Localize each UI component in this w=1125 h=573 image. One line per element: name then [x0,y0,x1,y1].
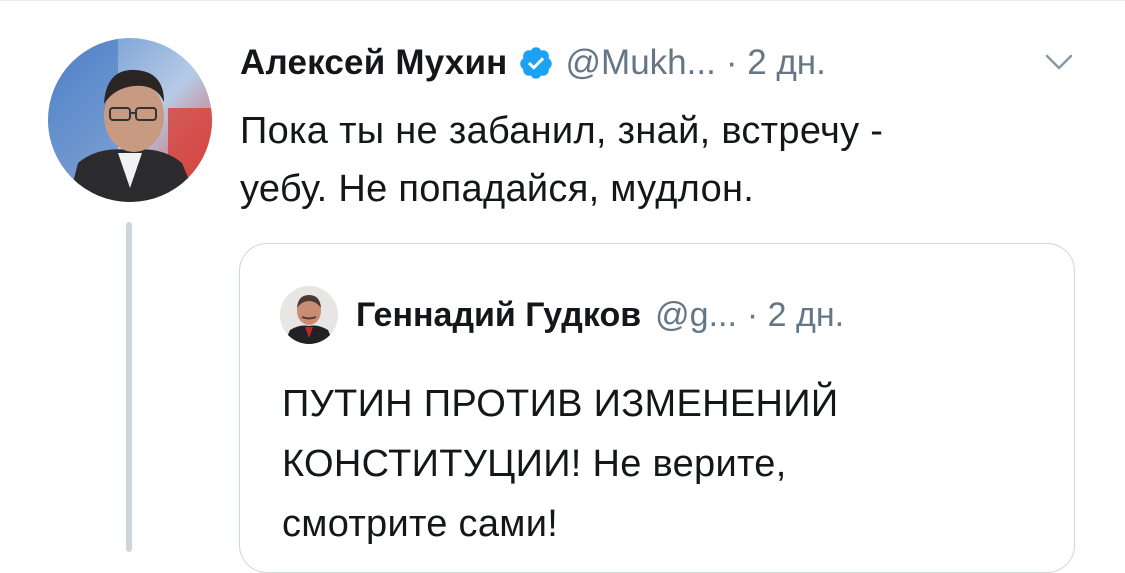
author-name[interactable]: Алексей Мухин [240,43,508,83]
quoted-author-name[interactable]: Геннадий Гудков [356,296,641,335]
tweet-text-line: уебу. Не попадайся, мудлон. [240,168,755,210]
quoted-tweet-card[interactable]: Геннадий Гудков @g... · 2 дн. ПУТИН ПРОТ… [239,243,1075,573]
quoted-tweet-header: Геннадий Гудков @g... · 2 дн. [356,290,844,340]
quoted-text-line: КОНСТИТУЦИИ! Не верите, [282,443,787,485]
tweet-timestamp[interactable]: · 2 дн. [726,43,826,83]
quoted-text-line: смотрите сами! [282,503,559,545]
verified-badge-icon [518,45,554,81]
chevron-down-icon[interactable] [1044,52,1074,72]
tweet-header: Алексей Мухин @Mukh... · 2 дн. [240,38,826,88]
quoted-tweet-text: ПУТИН ПРОТИВ ИЗМЕНЕНИЙ КОНСТИТУЦИИ! Не в… [282,374,1062,554]
author-handle[interactable]: @Mukh... [566,43,716,83]
quoted-text-line: ПУТИН ПРОТИВ ИЗМЕНЕНИЙ [282,383,839,425]
tweet-text: Пока ты не забанил, знай, встречу - уебу… [240,102,1070,218]
author-avatar[interactable] [48,38,212,202]
thread-line [126,222,132,552]
quoted-author-handle[interactable]: @g... [655,296,737,335]
top-divider [0,0,1125,1]
quoted-tweet-timestamp[interactable]: · 2 дн. [747,296,844,335]
quoted-author-avatar[interactable] [280,286,338,344]
tweet-text-line: Пока ты не забанил, знай, встречу - [240,110,884,152]
